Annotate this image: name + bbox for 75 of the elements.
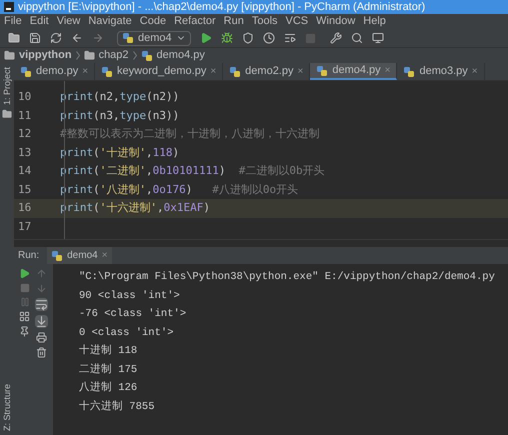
breadcrumb-item[interactable]: demo4.py: [156, 47, 205, 64]
chevron-icon: [132, 51, 137, 60]
structure-side-tab[interactable]: Z: Structure: [2, 384, 12, 431]
run-config-dropdown[interactable]: demo4: [117, 30, 191, 46]
python-file-icon: [140, 50, 153, 62]
python-file-icon: [101, 66, 114, 78]
down-arrow-icon: [36, 283, 48, 294]
editor-tab[interactable]: demo3.py ×: [397, 63, 485, 80]
close-icon[interactable]: ×: [297, 64, 304, 79]
folder-icon: [84, 50, 95, 61]
editor-tab[interactable]: demo.py ×: [14, 63, 96, 80]
code-line: print('十六进制',0x1EAF): [60, 200, 210, 216]
pin-icon: [19, 326, 30, 337]
python-file-icon: [122, 32, 134, 44]
run-label: Run:: [18, 249, 40, 263]
line-number: 15: [17, 182, 32, 198]
line-number: 17: [17, 218, 32, 234]
folder-icon: [2, 109, 12, 120]
close-icon[interactable]: ×: [472, 64, 478, 79]
line-number: 10: [17, 89, 32, 105]
menu-item[interactable]: Edit: [30, 16, 49, 27]
line-number: 16: [17, 200, 32, 216]
console-line: 十六进制 7855: [79, 399, 156, 414]
editor-tab[interactable]: demo4.py ×: [310, 63, 398, 80]
run-tab[interactable]: demo4 ×: [47, 247, 112, 264]
pause-icon: [20, 297, 30, 307]
code-line: print(n3,type(n3)): [60, 108, 180, 124]
line-number: 11: [17, 108, 32, 124]
app-icon: [4, 2, 14, 12]
menu-item[interactable]: Code: [140, 16, 166, 27]
window-title: vippython [E:\vippython] - ...\chap2\demo4.py [vippython] - PyCharm (Administrator): [18, 2, 426, 12]
close-icon[interactable]: ×: [210, 64, 216, 79]
line-number: 14: [17, 163, 32, 179]
layout-icon: [19, 311, 30, 322]
console-line: "C:\Program Files\Python38\python.exe" E:/vippython/chap2/demo4.py: [79, 270, 496, 285]
line-number: 12: [17, 126, 32, 142]
code-line: print('十进制',118): [60, 144, 180, 160]
menu-item[interactable]: Help: [363, 16, 386, 27]
soft-wrap-icon: [35, 298, 48, 311]
project-side-tab[interactable]: 1: Project: [2, 67, 12, 106]
breadcrumb-item[interactable]: vippython: [19, 47, 72, 64]
code-line: print(n2,type(n2)): [60, 89, 180, 105]
console-line: -76 <class 'int'>: [79, 307, 188, 322]
line-number: 13: [17, 144, 32, 160]
console-line: 二进制 175: [79, 362, 138, 378]
code-line: print('二进制',0b10101111) #二进制以0b开头: [60, 163, 325, 179]
rerun-icon: [19, 268, 30, 279]
menu-item[interactable]: Refactor: [174, 16, 216, 27]
code-line: print('八进制',0o176) #八进制以0o开头: [60, 182, 298, 198]
python-file-icon: [316, 64, 328, 76]
python-file-icon: [229, 66, 242, 78]
console-line: 0 <class 'int'>: [79, 326, 175, 340]
console-line: 八进制 126: [79, 380, 138, 396]
console-line: 十进制 118: [79, 343, 138, 359]
chevron-icon: [76, 51, 80, 60]
python-file-icon: [403, 66, 416, 78]
print-icon: [36, 332, 48, 343]
breadcrumb-item[interactable]: chap2: [98, 47, 129, 64]
scroll-to-end-icon: [35, 315, 48, 328]
menu-item[interactable]: Window: [316, 16, 356, 27]
folder-icon: [4, 50, 15, 61]
menu-item[interactable]: View: [56, 16, 80, 27]
menu-item[interactable]: VCS: [286, 16, 308, 27]
stop-icon: [20, 283, 30, 293]
menu-item[interactable]: Tools: [252, 16, 278, 27]
close-icon[interactable]: ×: [82, 64, 88, 79]
console-line: 90 <class 'int'>: [79, 288, 181, 304]
trash-icon: [36, 347, 48, 358]
menu-item[interactable]: Run: [224, 16, 244, 27]
up-arrow-icon: [36, 268, 48, 279]
python-file-icon: [20, 66, 32, 78]
python-file-icon: [51, 250, 64, 262]
editor-tab[interactable]: keyword_demo.py ×: [95, 63, 224, 80]
menu-item[interactable]: Navigate: [88, 16, 132, 27]
menu-item[interactable]: File: [4, 16, 22, 27]
